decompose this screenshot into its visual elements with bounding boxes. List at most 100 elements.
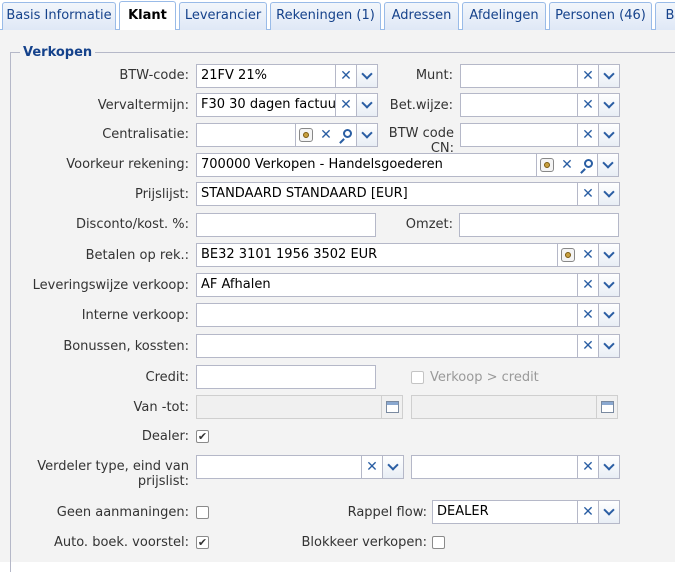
bonussen-dropdown-button[interactable]: [599, 334, 620, 358]
chevron-down-icon: [603, 338, 615, 350]
blokkeer-verkopen-checkbox[interactable]: [432, 536, 445, 549]
btw-code-dropdown-button[interactable]: [357, 64, 378, 88]
clear-icon: ✕: [582, 97, 594, 113]
verdeler-type-dropdown-button[interactable]: [383, 455, 404, 479]
tab-basis-informatie[interactable]: Basis Informatie: [2, 2, 116, 30]
tab-leverancier[interactable]: Leverancier: [179, 2, 267, 30]
bonussen-field[interactable]: [196, 334, 578, 358]
lookup-icon: [299, 128, 313, 142]
tab-adressen[interactable]: Adressen: [384, 2, 459, 30]
clear-icon: ✕: [582, 459, 594, 475]
tab-personen[interactable]: Personen (46): [549, 2, 652, 30]
interne-verkoop-clear-button[interactable]: ✕: [578, 303, 599, 327]
clear-icon: ✕: [582, 68, 594, 84]
clear-icon: ✕: [366, 459, 378, 475]
rappel-flow-clear-button[interactable]: ✕: [578, 500, 599, 524]
voorkeur-rekening-field[interactable]: 700000 Verkopen - Handelsgoederen: [196, 153, 537, 177]
betalen-op-rek-lookup-button[interactable]: [558, 243, 579, 267]
tab-klant[interactable]: Klant: [119, 1, 176, 30]
btw-code-field[interactable]: 21FV 21%: [196, 64, 336, 88]
vervaltermijn-clear-button[interactable]: ✕: [336, 93, 357, 117]
geen-aanmaningen-label: Geen aanmaningen:: [56, 505, 189, 520]
voorkeur-rekening-search-button[interactable]: [577, 153, 598, 177]
verdeler-type-2-clear-button[interactable]: ✕: [578, 455, 599, 479]
vervaltermijn-dropdown-button[interactable]: [357, 93, 378, 117]
voorkeur-rekening-lookup-button[interactable]: [537, 153, 558, 177]
chevron-down-icon: [603, 127, 615, 139]
centralisatie-field[interactable]: [196, 123, 296, 147]
betwijze-clear-button[interactable]: ✕: [578, 93, 599, 117]
tab-overflow[interactable]: B: [655, 2, 675, 30]
credit-field[interactable]: [196, 365, 376, 389]
betwijze-field[interactable]: [460, 93, 578, 117]
clear-icon: ✕: [582, 247, 594, 263]
verdeler-type-clear-button[interactable]: ✕: [362, 455, 383, 479]
btw-code-label: BTW-code:: [119, 68, 189, 83]
tab-rekeningen[interactable]: Rekeningen (1): [270, 2, 381, 30]
bonussen-clear-button[interactable]: ✕: [578, 334, 599, 358]
btw-code-clear-button[interactable]: ✕: [336, 64, 357, 88]
leveringswijze-label: Leveringswijze verkoop:: [32, 278, 189, 293]
rappel-flow-dropdown-button[interactable]: [599, 500, 620, 524]
chevron-down-icon: [603, 504, 615, 516]
munt-clear-button[interactable]: ✕: [578, 64, 599, 88]
search-icon: [583, 159, 593, 168]
prijslijst-dropdown-button[interactable]: [599, 182, 620, 206]
omzet-label: Omzet:: [405, 217, 453, 232]
betalen-op-rek-clear-button[interactable]: ✕: [578, 243, 599, 267]
tab-afdelingen[interactable]: Afdelingen: [462, 2, 546, 30]
chevron-down-icon: [603, 68, 615, 80]
geen-aanmaningen-checkbox[interactable]: [196, 506, 209, 519]
leveringswijze-clear-button[interactable]: ✕: [578, 273, 599, 297]
centralisatie-lookup-button[interactable]: [296, 123, 317, 147]
voorkeur-rekening-dropdown-button[interactable]: [598, 153, 619, 177]
munt-field[interactable]: [460, 64, 578, 88]
chevron-down-icon: [361, 127, 373, 139]
voorkeur-rekening-clear-button[interactable]: ✕: [557, 153, 578, 177]
interne-verkoop-dropdown-button[interactable]: [599, 303, 620, 327]
chevron-down-icon: [603, 307, 615, 319]
verdeler-type-2-dropdown-button[interactable]: [599, 455, 620, 479]
dealer-checkbox[interactable]: ✔: [196, 430, 209, 443]
munt-label: Munt:: [415, 68, 453, 83]
betwijze-dropdown-button[interactable]: [599, 93, 620, 117]
clear-icon: ✕: [340, 97, 352, 113]
van-calendar-button[interactable]: [382, 395, 403, 419]
tab-bar: Basis Informatie Klant Leverancier Reken…: [0, 0, 675, 30]
centralisatie-label: Centralisatie:: [102, 127, 189, 142]
betalen-op-rek-field[interactable]: BE32 3101 1956 3502 EUR: [196, 243, 558, 267]
verdeler-type-2-field[interactable]: [411, 455, 578, 479]
rappel-flow-field[interactable]: DEALER: [432, 500, 578, 524]
disconto-field[interactable]: [196, 213, 376, 237]
credit-label: Credit:: [145, 370, 189, 385]
prijslijst-clear-button[interactable]: ✕: [578, 182, 599, 206]
omzet-field[interactable]: [459, 213, 619, 237]
btw-code-cn-field[interactable]: [460, 123, 578, 147]
munt-dropdown-button[interactable]: [599, 64, 620, 88]
centralisatie-clear-button[interactable]: ✕: [316, 123, 337, 147]
vervaltermijn-field[interactable]: F30 30 dagen factuur: [196, 93, 336, 117]
prijslijst-field[interactable]: STANDAARD STANDAARD [EUR]: [196, 182, 578, 206]
lookup-icon: [540, 158, 554, 172]
verkoop-credit-checkbox[interactable]: [411, 371, 424, 384]
verdeler-type-field[interactable]: [196, 455, 362, 479]
btw-code-cn-dropdown-button[interactable]: [599, 123, 620, 147]
tot-date-field[interactable]: [411, 395, 597, 419]
leveringswijze-dropdown-button[interactable]: [599, 273, 620, 297]
van-date-field[interactable]: [196, 395, 382, 419]
check-icon: ✔: [197, 536, 208, 549]
betalen-op-rek-dropdown-button[interactable]: [599, 243, 620, 267]
interne-verkoop-field[interactable]: [196, 303, 578, 327]
prijslijst-label: Prijslijst:: [134, 187, 189, 202]
leveringswijze-field[interactable]: AF Afhalen: [196, 273, 578, 297]
auto-boek-checkbox[interactable]: ✔: [196, 536, 209, 549]
klant-panel: Verkopen BTW-code: 21FV 21% ✕ Munt: ✕ Ve…: [0, 30, 675, 572]
centralisatie-dropdown-button[interactable]: [357, 123, 378, 147]
tot-calendar-button[interactable]: [597, 395, 618, 419]
centralisatie-search-button[interactable]: [336, 123, 357, 147]
clear-icon: ✕: [582, 186, 594, 202]
clear-icon: ✕: [582, 307, 594, 323]
chevron-down-icon: [603, 247, 615, 259]
chevron-down-icon: [603, 186, 615, 198]
btw-code-cn-clear-button[interactable]: ✕: [578, 123, 599, 147]
